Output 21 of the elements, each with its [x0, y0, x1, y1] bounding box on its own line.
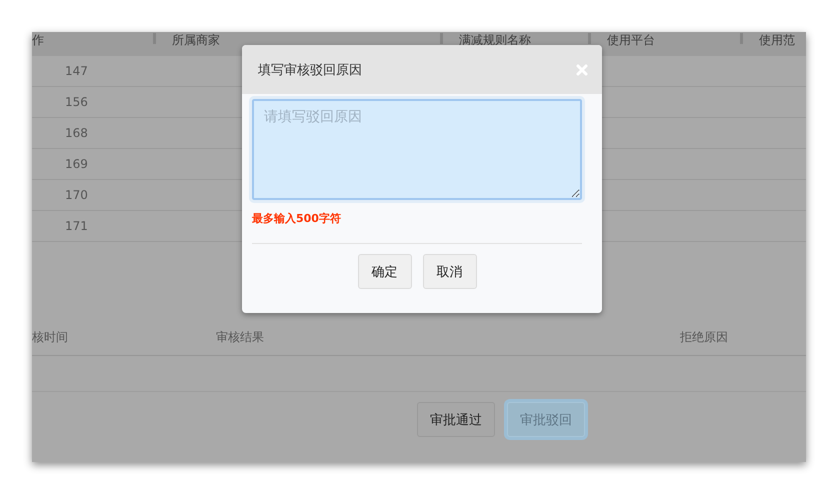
reason-field[interactable]: 请填写驳回原因	[252, 99, 582, 200]
action-button[interactable]: 审批通过	[417, 402, 495, 437]
column-header: 使用范	[759, 33, 795, 47]
dialog-button[interactable]: 确定	[358, 254, 412, 289]
limit-hint: 最多输入500字符	[252, 211, 582, 244]
column-header: 使用平台	[607, 33, 655, 47]
column-header: 满减规则名称	[459, 33, 531, 47]
dialog-title: 填写审核驳回原因	[258, 62, 362, 78]
column-header: 审核结果	[216, 330, 264, 344]
table-cell: 168	[65, 126, 88, 140]
table-cell: 171	[65, 219, 88, 233]
table-cell: 156	[65, 95, 88, 109]
column-header: 作	[32, 33, 44, 47]
table-cell: 147	[65, 64, 88, 78]
column-header: 核时间	[32, 330, 68, 344]
table-cell: 169	[65, 157, 88, 171]
column-header: 拒绝原因	[680, 330, 728, 344]
dialog-button[interactable]: 取消	[422, 254, 476, 289]
close-button[interactable]	[576, 64, 588, 76]
table-cell: 170	[65, 188, 88, 202]
column-header: 所属商家	[172, 33, 220, 47]
